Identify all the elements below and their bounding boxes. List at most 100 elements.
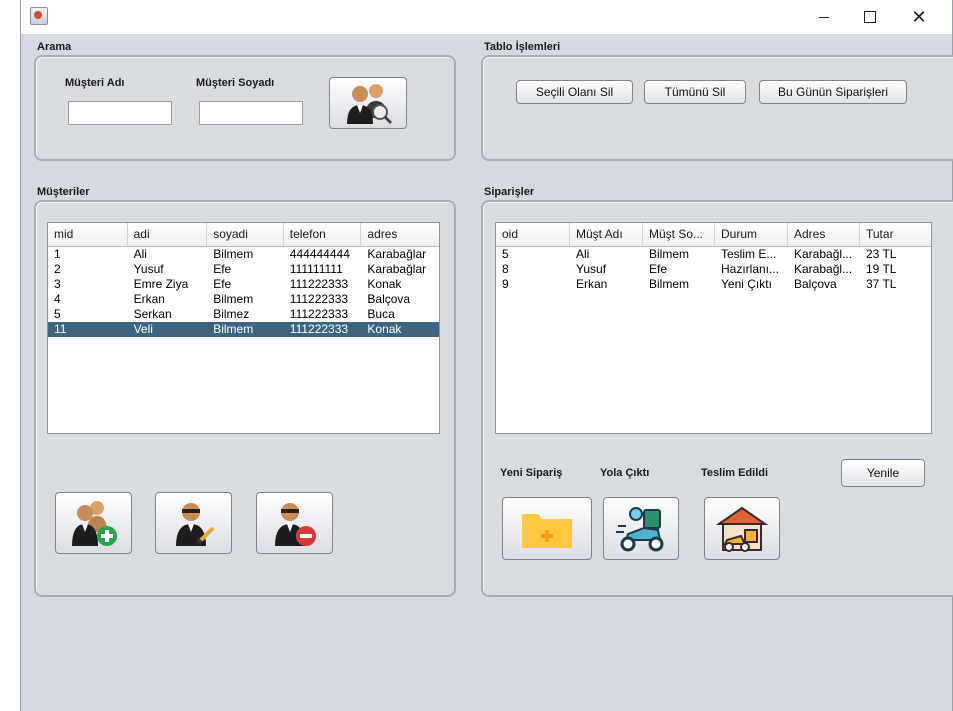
orders-table[interactable]: oid Müşt Adı Müşt So... Durum Adres Tuta… xyxy=(495,222,932,434)
table-cell: 11 xyxy=(54,322,67,336)
customers-table-body: 1 Ali Bilmem 444444444 Karabağlar 2 Yusuf Efe 11… xyxy=(48,247,439,337)
table-row[interactable]: 4 Erkan Bilmem 111222333 Balçova xyxy=(48,292,439,307)
table-row[interactable]: 11 Veli Bilmem 111222333 Konak xyxy=(48,322,439,337)
customers-panel: mid adi soyadi telefon adres 1 Ali Bilmem 4… xyxy=(34,200,456,597)
maximize-button[interactable] xyxy=(847,0,893,34)
table-cell: 444444444 xyxy=(289,247,350,261)
col-mid[interactable]: mid xyxy=(48,223,128,246)
delete-selected-button[interactable]: Seçili Olanı Sil xyxy=(516,80,633,104)
delivered-label: Teslim Edildi xyxy=(701,467,769,479)
minimize-icon xyxy=(819,16,829,18)
refresh-button[interactable]: Yenile xyxy=(841,459,925,487)
edit-customer-button[interactable] xyxy=(155,492,232,554)
new-order-label: Yeni Sipariş xyxy=(500,467,563,479)
col-tutar[interactable]: Tutar xyxy=(860,223,931,246)
table-cell: Balçova xyxy=(367,292,411,306)
table-cell: Serkan xyxy=(133,307,172,321)
table-cell: Karabağlar xyxy=(367,247,427,261)
delivered-house-icon xyxy=(715,506,769,552)
on-the-way-button[interactable] xyxy=(603,497,679,560)
table-cell: 111222333 xyxy=(289,322,349,336)
col-adi[interactable]: adi xyxy=(128,223,208,246)
orders-section-title: Siparişler xyxy=(484,186,535,198)
table-cell: 111222333 xyxy=(289,292,349,306)
table-row[interactable]: 8 Yusuf Efe Hazırlanı... Karabağl... 19 TL xyxy=(496,262,931,277)
table-ops-panel: Seçili Olanı Sil Tümünü Sil Bu Günün Sip… xyxy=(481,55,953,161)
col-telefon[interactable]: telefon xyxy=(284,223,362,246)
table-cell: 111111111 xyxy=(289,262,343,276)
col-soyadi[interactable]: soyadi xyxy=(207,223,284,246)
table-row[interactable]: 2 Yusuf Efe 111111111 Karabağlar xyxy=(48,262,439,277)
table-row[interactable]: 5 Ali Bilmem Teslim E... Karabağl... 23 TL xyxy=(496,247,931,262)
table-cell: 2 xyxy=(54,262,61,276)
title-bar: ✕ xyxy=(21,0,952,34)
col-adres[interactable]: adres xyxy=(361,223,439,246)
table-cell: Bilmem xyxy=(649,277,690,291)
minimize-button[interactable] xyxy=(801,0,847,34)
table-cell: Buca xyxy=(367,307,395,321)
main-window: ✕ Arama Müşteri Adı Müşteri Soyadı Tablo… xyxy=(20,0,953,711)
customer-search-icon xyxy=(347,84,393,125)
table-cell: Yusuf xyxy=(133,262,164,276)
table-ops-section-title: Tablo İşlemleri xyxy=(484,41,561,53)
last-name-label: Müşteri Soyadı xyxy=(196,77,275,89)
table-cell: Emre Ziya xyxy=(133,277,189,291)
orders-table-body: 5 Ali Bilmem Teslim E... Karabağl... 23 TL 8 Yu… xyxy=(496,247,931,292)
table-row[interactable]: 9 Erkan Bilmem Yeni Çıktı Balçova 37 TL xyxy=(496,277,931,292)
col-must-soyadi[interactable]: Müşt So... xyxy=(643,223,715,246)
add-customer-button[interactable] xyxy=(55,492,132,554)
table-cell: Bilmem xyxy=(213,292,254,306)
col-adres[interactable]: Adres xyxy=(788,223,860,246)
table-cell: 37 TL xyxy=(866,277,897,291)
delete-customer-icon xyxy=(274,503,316,546)
app-icon xyxy=(30,7,48,25)
edit-customer-icon xyxy=(175,503,214,546)
add-customer-icon xyxy=(71,501,117,546)
table-cell: 111222333 xyxy=(289,307,349,321)
orders-panel: oid Müşt Adı Müşt So... Durum Adres Tuta… xyxy=(481,200,953,597)
table-cell: 8 xyxy=(502,262,509,276)
table-cell: Veli xyxy=(133,322,153,336)
table-cell: 9 xyxy=(502,277,509,291)
table-cell: 1 xyxy=(54,247,61,261)
first-name-input[interactable] xyxy=(68,101,172,125)
search-section-title: Arama xyxy=(37,41,72,53)
table-cell: Teslim E... xyxy=(721,247,777,261)
table-cell: Ali xyxy=(576,247,590,261)
orders-table-header: oid Müşt Adı Müşt So... Durum Adres Tuta… xyxy=(496,223,931,247)
new-order-button[interactable] xyxy=(502,497,592,560)
table-row[interactable]: 1 Ali Bilmem 444444444 Karabağlar xyxy=(48,247,439,262)
table-row[interactable]: 5 Serkan Bilmez 111222333 Buca xyxy=(48,307,439,322)
col-durum[interactable]: Durum xyxy=(715,223,788,246)
table-cell: Erkan xyxy=(576,277,608,291)
scooter-delivery-icon xyxy=(616,506,664,551)
new-order-folder-icon xyxy=(522,513,572,548)
table-cell: Efe xyxy=(213,262,232,276)
col-must-adi[interactable]: Müşt Adı xyxy=(570,223,643,246)
close-icon: ✕ xyxy=(911,7,927,27)
table-cell: Efe xyxy=(213,277,232,291)
customers-table[interactable]: mid adi soyadi telefon adres 1 Ali Bilmem 4… xyxy=(47,222,440,434)
first-name-label: Müşteri Adı xyxy=(65,77,125,89)
last-name-input[interactable] xyxy=(199,101,303,125)
table-cell: Ali xyxy=(133,247,147,261)
delivered-button[interactable] xyxy=(704,497,780,560)
search-panel: Müşteri Adı Müşteri Soyadı xyxy=(34,55,456,161)
table-cell: Bilmem xyxy=(649,247,690,261)
table-cell: Karabağl... xyxy=(794,247,853,261)
delete-all-button[interactable]: Tümünü Sil xyxy=(644,80,746,104)
close-button[interactable]: ✕ xyxy=(896,0,942,34)
table-cell: Bilmem xyxy=(213,322,254,336)
table-row[interactable]: 3 Emre Ziya Efe 111222333 Konak xyxy=(48,277,439,292)
table-cell: Balçova xyxy=(794,277,837,291)
table-cell: Bilmez xyxy=(213,307,250,321)
customers-table-header: mid adi soyadi telefon adres xyxy=(48,223,439,247)
table-cell: Karabağl... xyxy=(794,262,853,276)
maximize-icon xyxy=(864,11,876,23)
delete-customer-button[interactable] xyxy=(256,492,333,554)
table-cell: Konak xyxy=(367,277,402,291)
todays-orders-button[interactable]: Bu Günün Siparişleri xyxy=(759,80,907,104)
col-oid[interactable]: oid xyxy=(496,223,570,246)
table-cell: 5 xyxy=(54,307,61,321)
search-customer-button[interactable] xyxy=(329,77,407,129)
